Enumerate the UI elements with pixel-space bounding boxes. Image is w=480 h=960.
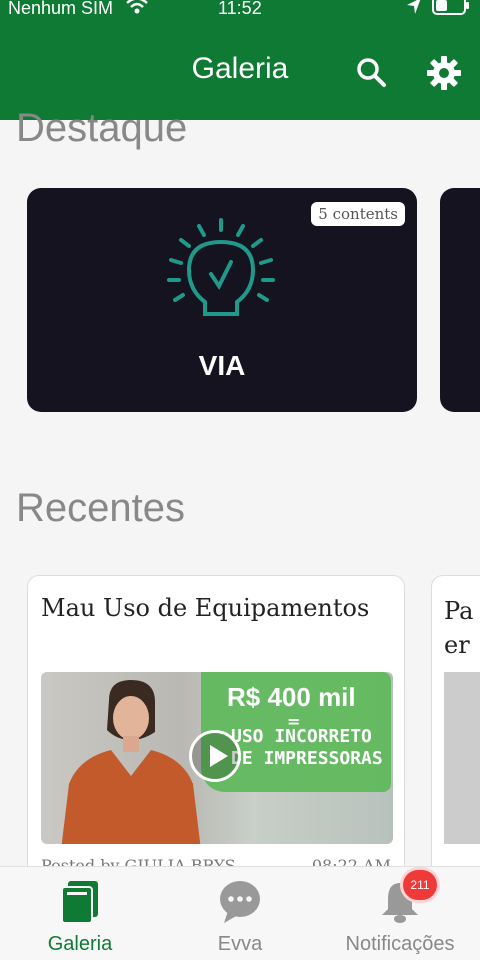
presenter-image: [61, 680, 201, 844]
video-overlay-text: USO INCORRETO DE IMPRESSORAS: [231, 726, 383, 770]
post-card[interactable]: Mau Uso de Equipamentos R$ 400 mil = USO…: [27, 575, 405, 895]
featured-card-next[interactable]: [440, 188, 480, 412]
featured-card-via[interactable]: 5 contents VIA: [27, 188, 417, 412]
content-count-badge: 5 contents: [311, 202, 405, 226]
tab-galeria-label: Galeria: [47, 933, 113, 955]
tab-notificacoes[interactable]: 211 Notificações: [330, 867, 470, 960]
post-title: Mau Uso de Equipamentos: [41, 594, 370, 622]
battery-icon: [432, 0, 469, 15]
video-thumbnail[interactable]: R$ 400 mil = USO INCORRETO DE IMPRESSORA…: [41, 672, 393, 844]
video-overlay-line-2: DE IMPRESSORAS: [231, 748, 383, 769]
section-title-featured: Destaque: [16, 106, 188, 150]
page-title: Galeria: [191, 52, 289, 85]
video-overlay-line-1: USO INCORRETO: [231, 726, 372, 747]
tab-notificacoes-label: Notificações: [345, 933, 455, 955]
video-overlay-amount: R$ 400 mil: [227, 682, 356, 712]
play-icon[interactable]: [189, 730, 241, 782]
bottom-navigation: Galeria Evva 211 Notificações: [0, 866, 480, 960]
clock: 11:52: [218, 0, 262, 18]
notification-count-badge: 211: [403, 870, 437, 900]
wifi-icon: [126, 0, 148, 14]
post-title-next: Pa er: [444, 597, 474, 659]
lightbulb-check-icon: [167, 218, 275, 316]
tab-evva[interactable]: Evva: [180, 867, 300, 960]
section-title-recent: Recentes: [16, 486, 185, 530]
tab-evva-label: Evva: [217, 933, 263, 955]
chat-icon: [220, 881, 260, 923]
post-thumbnail-next: [444, 672, 480, 844]
search-icon[interactable]: [354, 55, 388, 89]
carrier-label: Nenhum SIM: [8, 0, 114, 18]
status-bar: Nenhum SIM 11:52: [0, 0, 480, 22]
gallery-icon: [61, 881, 98, 924]
post-card-next[interactable]: Pa er: [431, 575, 480, 895]
tab-galeria[interactable]: Galeria: [20, 867, 140, 960]
location-arrow-icon: [407, 0, 421, 14]
gear-icon[interactable]: [425, 54, 463, 92]
app-header: Nenhum SIM 11:52 Galeria: [0, 0, 480, 120]
featured-card-title: VIA: [198, 350, 246, 381]
